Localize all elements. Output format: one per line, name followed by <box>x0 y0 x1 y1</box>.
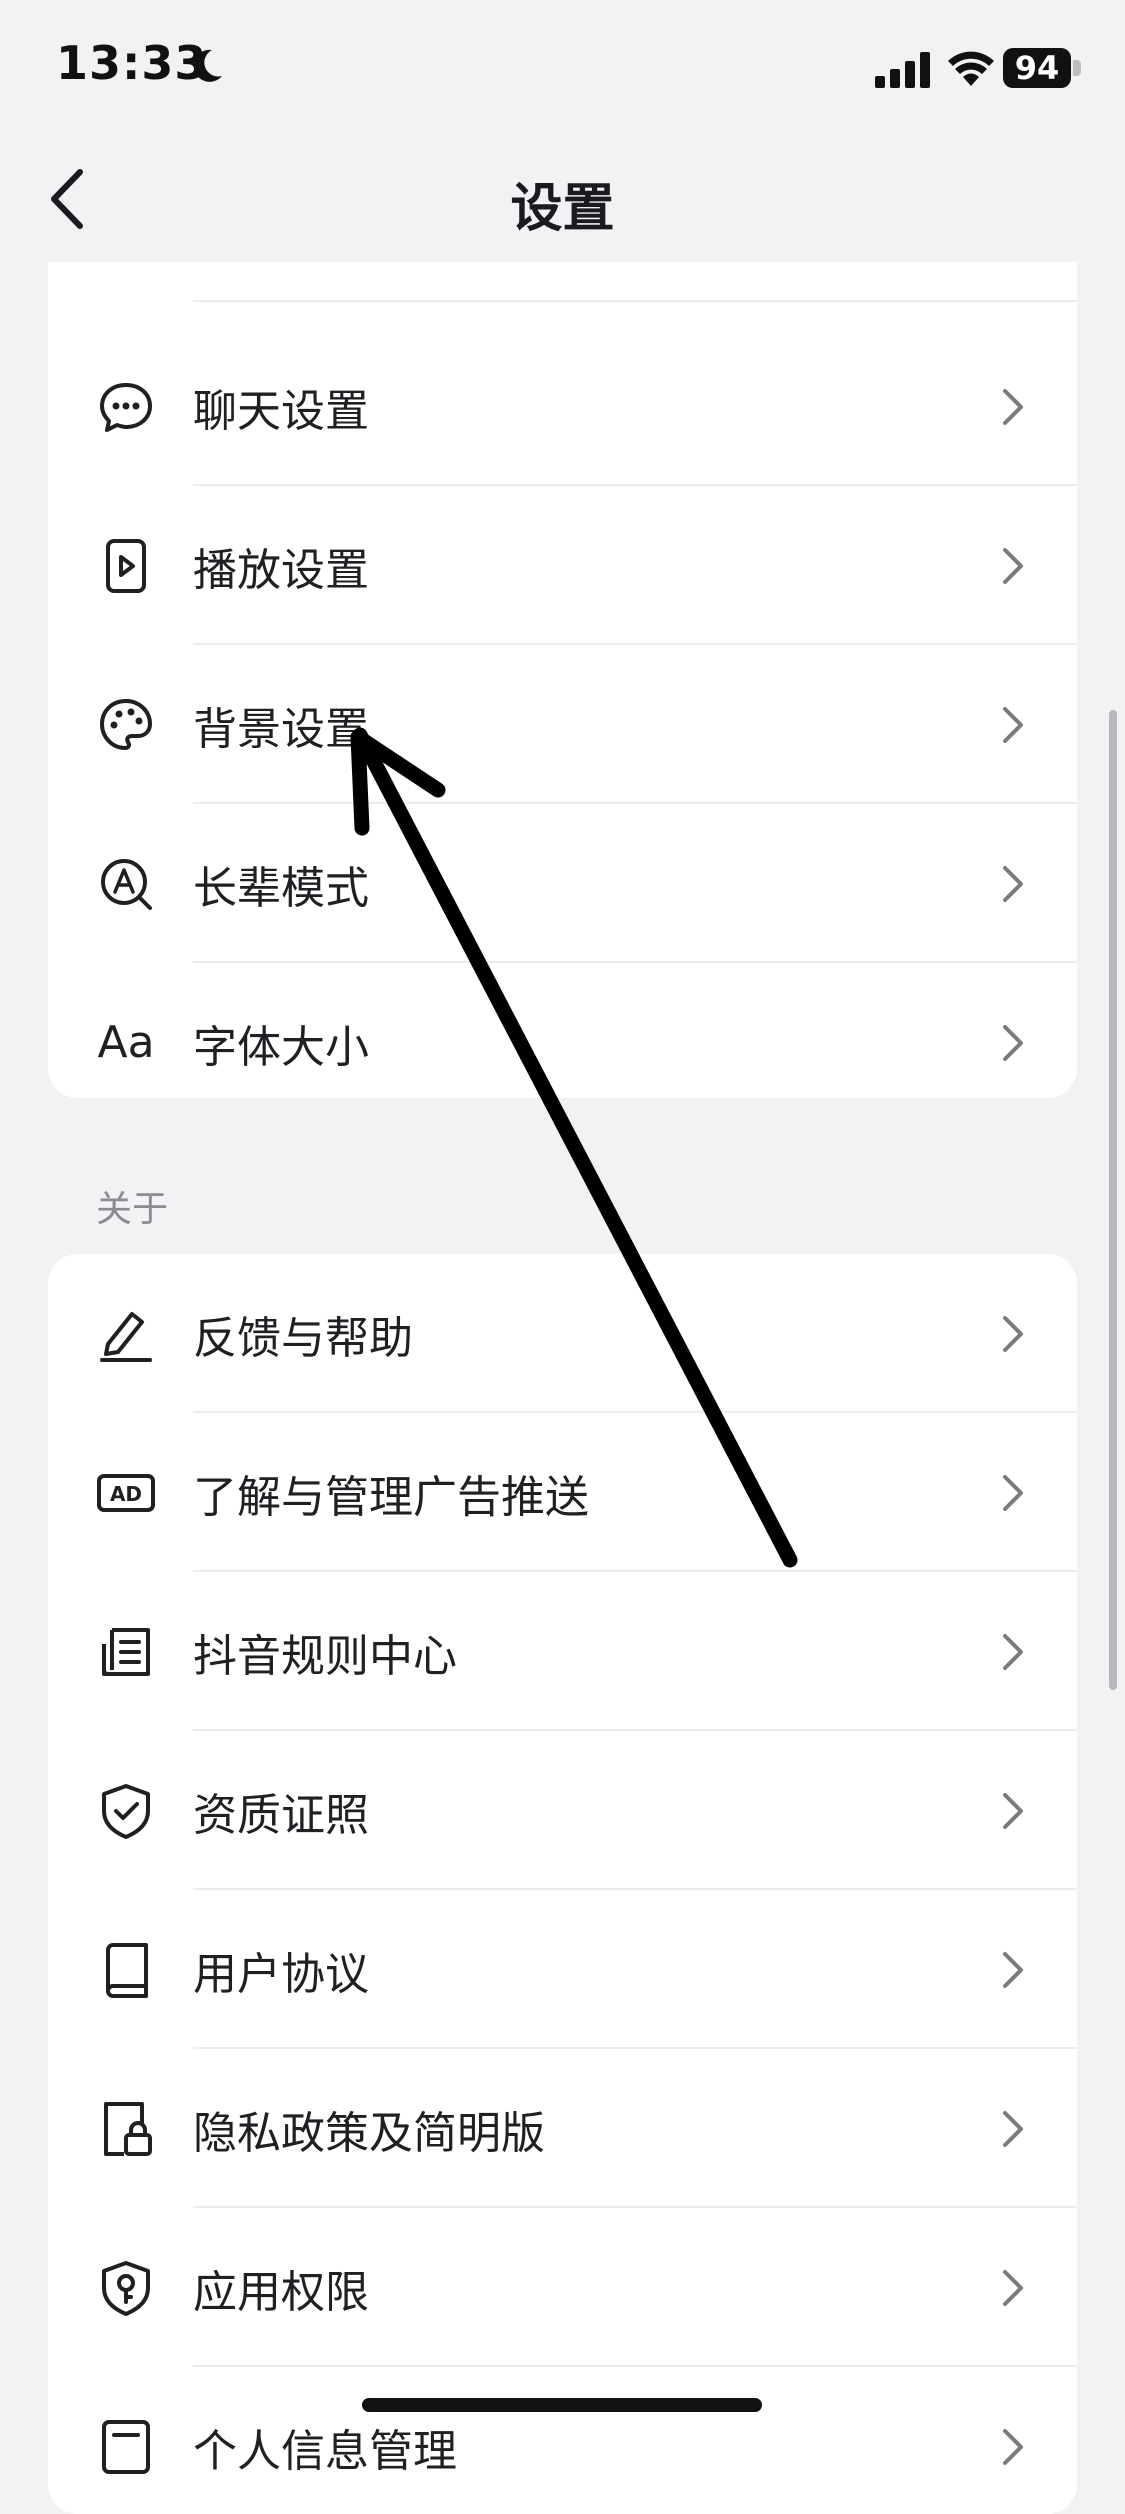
shield-key-icon <box>102 2260 150 2316</box>
settings-item-label: 用户协议 <box>193 1948 369 2000</box>
settings-item-label: 资质证照 <box>193 1789 369 1841</box>
status-indicators: 94 <box>875 48 1085 92</box>
settings-item-privacy-policy[interactable]: 隐私政策及简明版 <box>48 2049 1077 2208</box>
elder-mode-icon <box>101 858 152 910</box>
settings-item-label: 字体大小 <box>193 1021 369 1073</box>
document-icon <box>102 1627 150 1676</box>
settings-item-label: 了解与管理广告推送 <box>193 1471 589 1523</box>
settings-item-label: 播放设置 <box>193 544 369 596</box>
section-title-about: 关于 <box>96 1189 169 1230</box>
settings-item-rules-center[interactable]: 抖音规则中心 <box>48 1572 1077 1731</box>
chevron-right-icon <box>1003 2428 1023 2465</box>
settings-card-general: 聊天设置 播放设置 背景设置 长辈模式 Aa 字体大小 <box>48 262 1077 1098</box>
moon-icon <box>193 49 222 82</box>
pencil-icon <box>100 1311 152 1362</box>
scrollbar[interactable] <box>1109 710 1117 1690</box>
play-icon <box>106 538 146 593</box>
settings-item-label: 背景设置 <box>193 703 369 755</box>
battery-nub <box>1073 60 1081 76</box>
chevron-right-icon <box>1003 865 1023 902</box>
page-title: 设置 <box>510 179 615 239</box>
settings-item-ad-management[interactable]: AD 了解与管理广告推送 <box>48 1413 1077 1572</box>
ad-icon: AD <box>97 1473 155 1512</box>
chat-bubble-icon <box>100 382 152 432</box>
chevron-right-icon <box>1003 1315 1023 1352</box>
settings-item-elder-mode[interactable]: 长辈模式 <box>48 804 1077 963</box>
settings-item-user-agreement[interactable]: 用户协议 <box>48 1890 1077 2049</box>
shield-check-icon <box>102 1783 150 1839</box>
settings-item-background[interactable]: 背景设置 <box>48 645 1077 804</box>
settings-item-label: 聊天设置 <box>193 385 369 437</box>
divider <box>193 300 1077 302</box>
settings-item-label: 抖音规则中心 <box>193 1630 457 1682</box>
book-icon <box>106 1942 148 1998</box>
chevron-right-icon <box>1003 1633 1023 1670</box>
settings-item-app-permissions[interactable]: 应用权限 <box>48 2208 1077 2367</box>
profile-icon <box>102 2419 150 2474</box>
navigation-bar: 设置 <box>0 150 1125 250</box>
chevron-right-icon <box>1003 1024 1023 1061</box>
chevron-right-icon <box>1003 1792 1023 1829</box>
home-indicator[interactable] <box>362 2398 762 2412</box>
status-time: 13:33 <box>56 36 208 90</box>
chevron-right-icon <box>1003 547 1023 584</box>
cellular-signal-icon <box>875 52 930 88</box>
settings-item-label: 长辈模式 <box>193 862 369 914</box>
settings-item-playback[interactable]: 播放设置 <box>48 486 1077 645</box>
settings-item-personal-info[interactable]: 个人信息管理 <box>48 2367 1077 2514</box>
settings-card-about: 反馈与帮助 AD 了解与管理广告推送 抖音规则中心 资质证照 用户协议 隐私政策… <box>48 1254 1077 2514</box>
battery-indicator: 94 <box>1003 48 1071 88</box>
chevron-right-icon <box>1003 2269 1023 2306</box>
settings-item-label: 隐私政策及简明版 <box>193 2107 545 2159</box>
settings-item-feedback[interactable]: 反馈与帮助 <box>48 1254 1077 1413</box>
settings-item-label: 个人信息管理 <box>193 2425 457 2477</box>
ad-icon-text: AD <box>110 1482 142 1506</box>
chevron-right-icon <box>1003 388 1023 425</box>
status-bar: 13:33 94 <box>0 0 1125 140</box>
lock-file-icon <box>104 2101 152 2156</box>
chevron-right-icon <box>1003 1474 1023 1511</box>
settings-item-font-size[interactable]: Aa 字体大小 <box>48 963 1077 1098</box>
chevron-right-icon <box>1003 2110 1023 2147</box>
settings-item-qualifications[interactable]: 资质证照 <box>48 1731 1077 1890</box>
chevron-right-icon <box>1003 706 1023 743</box>
settings-item-label: 反馈与帮助 <box>193 1312 413 1364</box>
chevron-right-icon <box>1003 1951 1023 1988</box>
wifi-icon <box>948 51 994 86</box>
settings-item-chat[interactable]: 聊天设置 <box>48 327 1077 486</box>
settings-item-label: 应用权限 <box>193 2266 369 2318</box>
font-size-icon: Aa <box>97 1016 155 1068</box>
palette-icon <box>100 698 152 750</box>
